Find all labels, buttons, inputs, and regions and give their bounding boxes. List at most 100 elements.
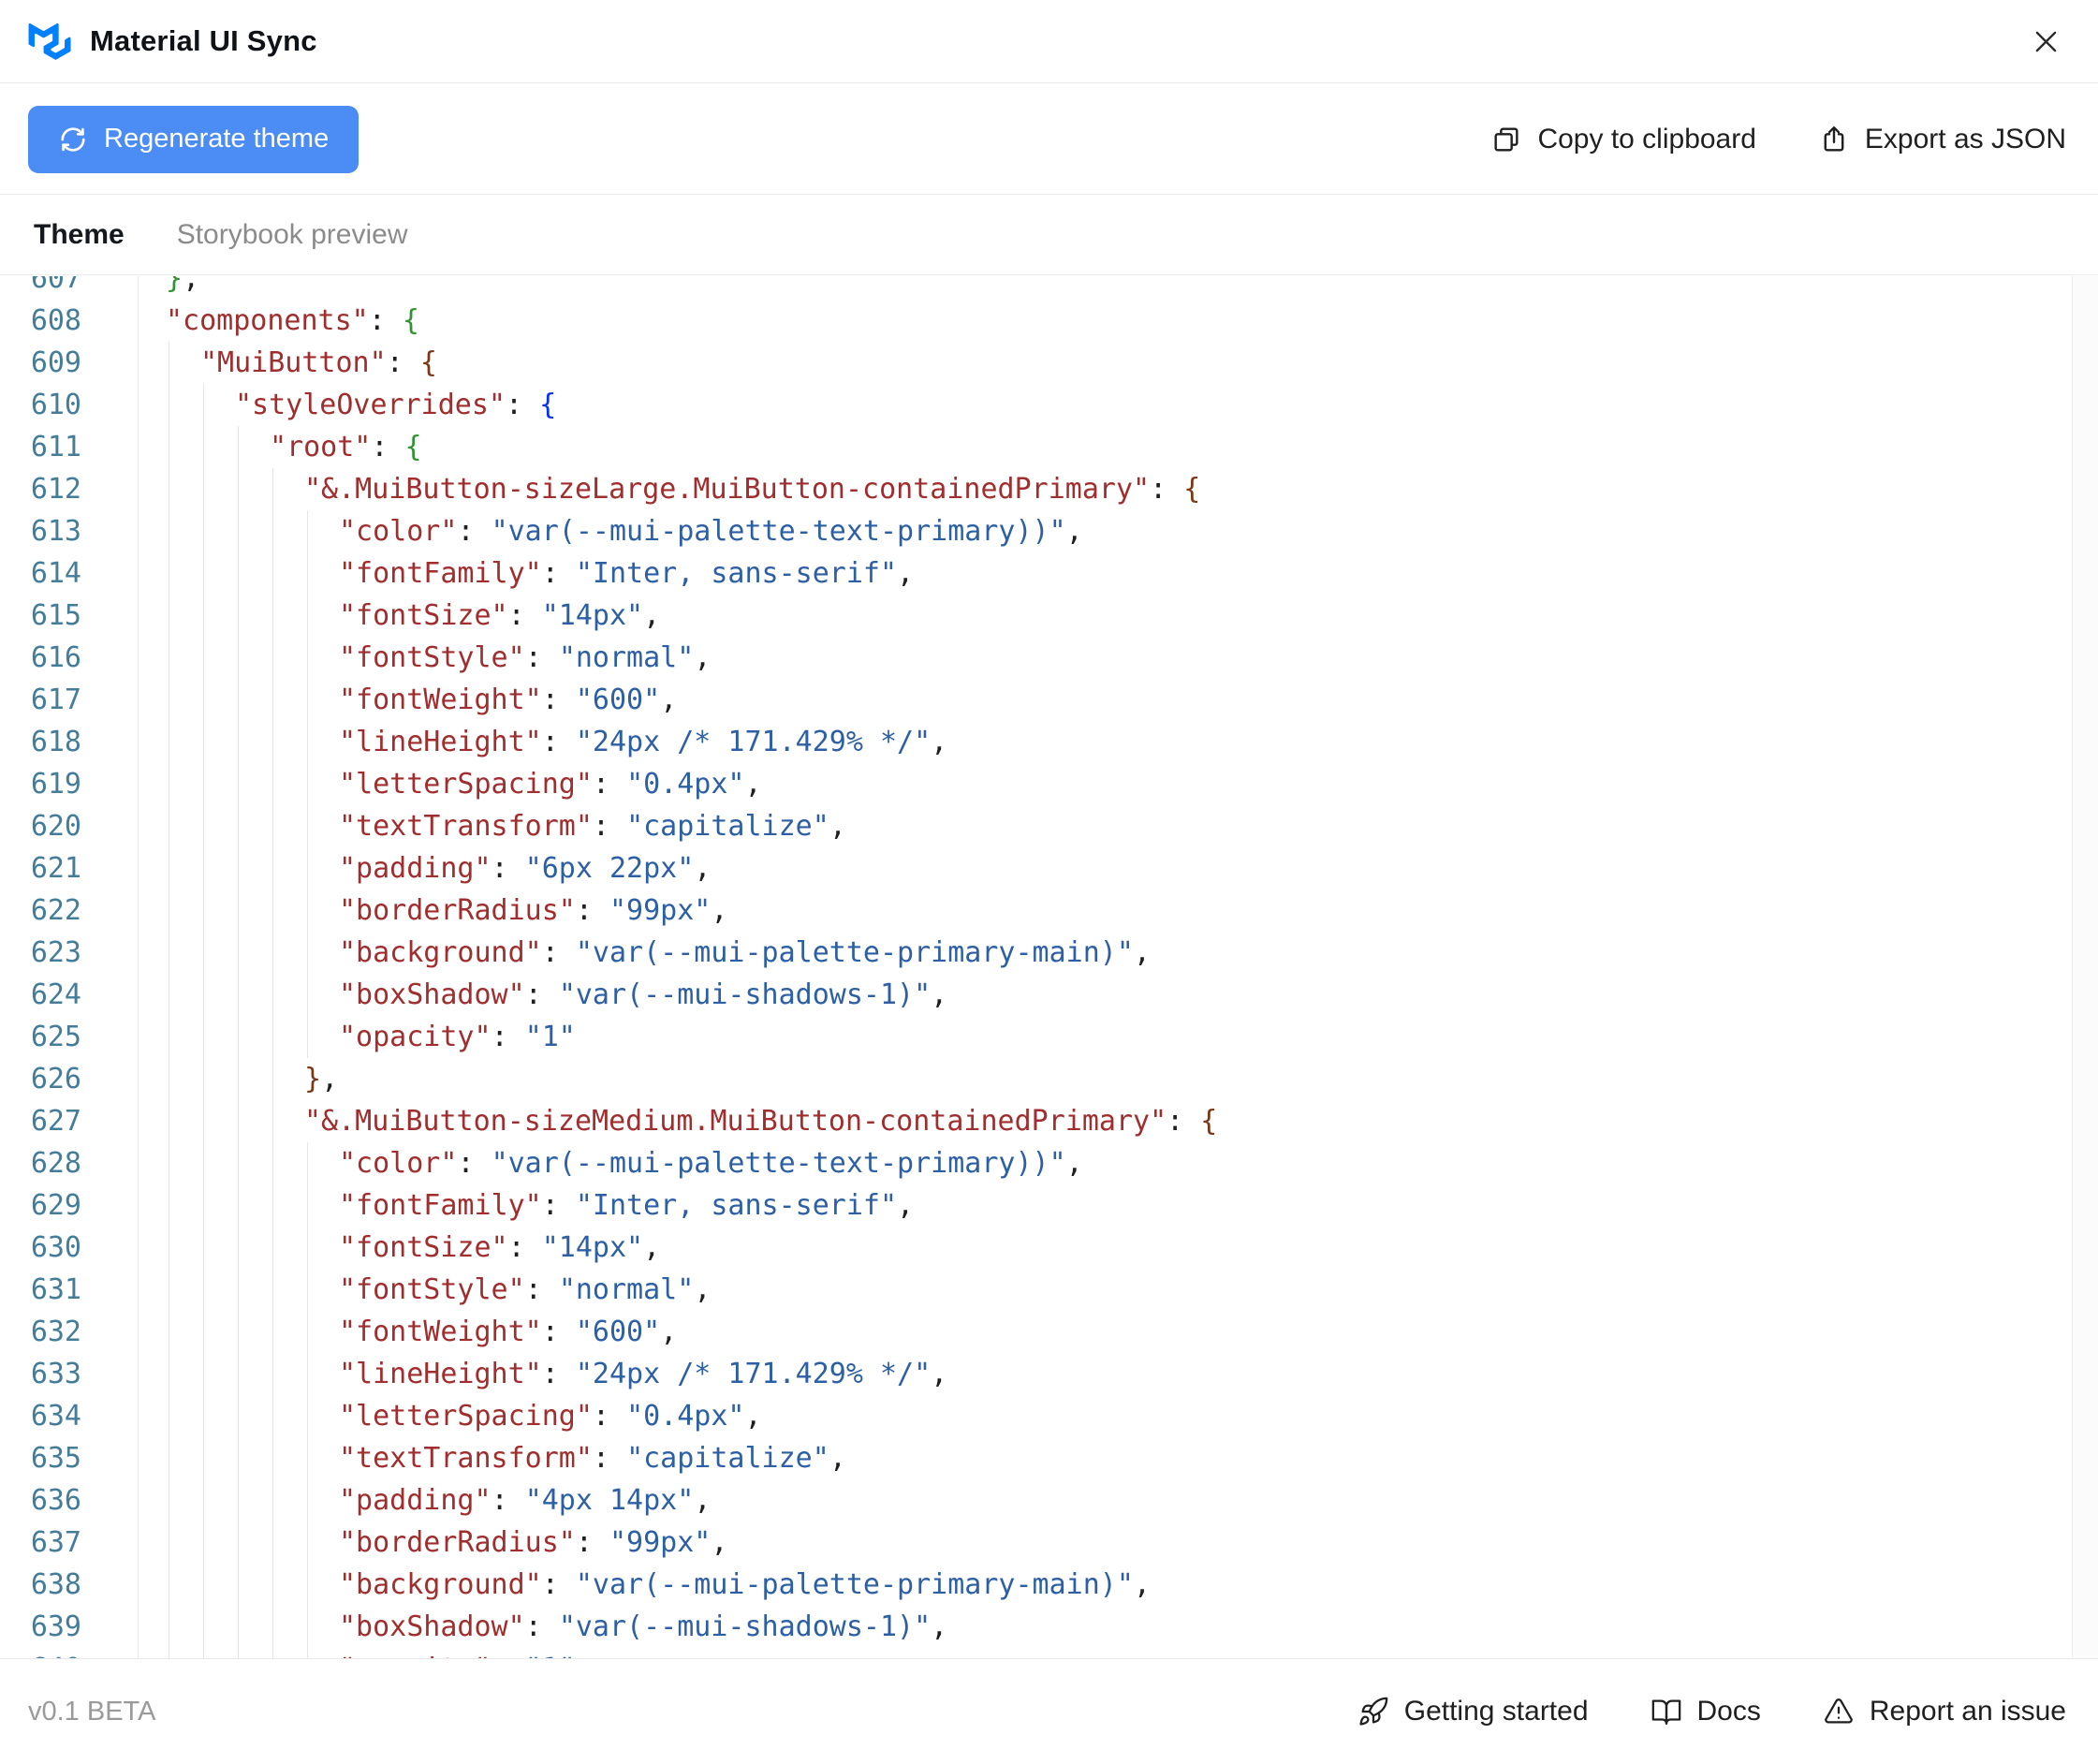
indent-guide bbox=[203, 763, 204, 805]
indent-guide bbox=[238, 1606, 239, 1648]
indent-guide bbox=[238, 1479, 239, 1521]
indent-guide bbox=[203, 1437, 204, 1479]
indent-guide bbox=[272, 1142, 273, 1184]
indent-guide bbox=[238, 1100, 239, 1142]
indent-guide bbox=[203, 595, 204, 637]
indent-guide bbox=[238, 1521, 239, 1564]
indent-guide bbox=[272, 510, 273, 552]
tab-storybook-preview[interactable]: Storybook preview bbox=[177, 219, 408, 251]
toolbar: Regenerate theme Copy to clipboard Expor… bbox=[0, 84, 2098, 195]
report-an-issue-link[interactable]: Report an issue bbox=[1823, 1696, 2066, 1727]
indent-guide bbox=[307, 679, 308, 721]
indent-guide bbox=[238, 468, 239, 510]
indent-guide bbox=[203, 1142, 204, 1184]
indent-guide bbox=[203, 426, 204, 468]
regenerate-theme-label: Regenerate theme bbox=[104, 124, 330, 154]
indent-guide bbox=[307, 1227, 308, 1269]
indent-guide bbox=[203, 1479, 204, 1521]
code-line: 621 "padding": "6px 22px", bbox=[0, 847, 2072, 889]
indent-guide bbox=[238, 805, 239, 847]
line-number: 638 bbox=[30, 1568, 81, 1601]
indent-guide bbox=[272, 889, 273, 932]
indent-guide bbox=[272, 1269, 273, 1311]
indent-guide bbox=[307, 932, 308, 974]
line-number: 625 bbox=[30, 1021, 81, 1053]
close-button[interactable] bbox=[2025, 21, 2066, 62]
line-number: 637 bbox=[30, 1526, 81, 1559]
footer-links: Getting started Docs Report an issue bbox=[1357, 1696, 2066, 1727]
indent-guide bbox=[272, 1311, 273, 1353]
code-line: 630 "fontSize": "14px", bbox=[0, 1227, 2072, 1269]
indent-guide bbox=[203, 1184, 204, 1227]
indent-guide bbox=[238, 721, 239, 763]
indent-guide bbox=[203, 1227, 204, 1269]
indent-guide bbox=[307, 1016, 308, 1058]
indent-guide bbox=[272, 763, 273, 805]
line-number: 613 bbox=[30, 515, 81, 548]
copy-to-clipboard-button[interactable]: Copy to clipboard bbox=[1490, 124, 1756, 155]
code-line: 622 "borderRadius": "99px", bbox=[0, 889, 2072, 932]
code-line: 617 "fontWeight": "600", bbox=[0, 679, 2072, 721]
indent-guide bbox=[272, 1395, 273, 1437]
indent-guide bbox=[203, 637, 204, 679]
line-number: 619 bbox=[30, 768, 81, 801]
toolbar-actions: Copy to clipboard Export as JSON bbox=[1490, 124, 2066, 155]
getting-started-link[interactable]: Getting started bbox=[1357, 1696, 1589, 1727]
tab-theme[interactable]: Theme bbox=[34, 219, 125, 251]
indent-guide bbox=[272, 1353, 273, 1395]
indent-guide bbox=[203, 1100, 204, 1142]
indent-guide bbox=[307, 974, 308, 1016]
indent-guide bbox=[307, 595, 308, 637]
indent-guide bbox=[238, 552, 239, 595]
code-line: 639 "boxShadow": "var(--mui-shadows-1)", bbox=[0, 1606, 2072, 1648]
indent-guide bbox=[203, 1269, 204, 1311]
vertical-scrollbar[interactable] bbox=[2072, 276, 2098, 1658]
indent-guide bbox=[307, 1521, 308, 1564]
indent-guide bbox=[238, 1311, 239, 1353]
indent-guide bbox=[307, 1648, 308, 1658]
warning-icon bbox=[1823, 1696, 1855, 1727]
indent-guide bbox=[238, 1227, 239, 1269]
indent-guide bbox=[272, 1648, 273, 1658]
indent-guide bbox=[272, 1437, 273, 1479]
indent-guide bbox=[272, 1184, 273, 1227]
export-icon bbox=[1818, 124, 1850, 155]
code-line: 616 "fontStyle": "normal", bbox=[0, 637, 2072, 679]
indent-guide bbox=[272, 468, 273, 510]
line-number: 617 bbox=[30, 684, 81, 716]
getting-started-label: Getting started bbox=[1403, 1696, 1589, 1727]
indent-guide bbox=[272, 932, 273, 974]
indent-guide bbox=[307, 510, 308, 552]
indent-guide bbox=[307, 552, 308, 595]
code-line: 615 "fontSize": "14px", bbox=[0, 595, 2072, 637]
line-number: 633 bbox=[30, 1358, 81, 1390]
line-number: 627 bbox=[30, 1105, 81, 1138]
regenerate-theme-button[interactable]: Regenerate theme bbox=[28, 105, 359, 173]
indent-guide bbox=[307, 1184, 308, 1227]
line-number: 615 bbox=[30, 599, 81, 632]
docs-link[interactable]: Docs bbox=[1651, 1696, 1761, 1727]
code-line: 620 "textTransform": "capitalize", bbox=[0, 805, 2072, 847]
refresh-icon bbox=[58, 125, 88, 154]
code-line: 619 "letterSpacing": "0.4px", bbox=[0, 763, 2072, 805]
code-line: 625 "opacity": "1" bbox=[0, 1016, 2072, 1058]
indent-guide bbox=[272, 1227, 273, 1269]
line-number: 636 bbox=[30, 1484, 81, 1517]
indent-guide bbox=[203, 510, 204, 552]
indent-guide bbox=[272, 1521, 273, 1564]
indent-guide bbox=[238, 889, 239, 932]
indent-guide bbox=[203, 552, 204, 595]
export-as-json-button[interactable]: Export as JSON bbox=[1818, 124, 2066, 155]
theme-json-editor[interactable]: 607}, 608 "components": {609 "MuiButton": {… bbox=[0, 276, 2098, 1658]
book-icon bbox=[1651, 1696, 1682, 1727]
indent-guide bbox=[307, 1142, 308, 1184]
indent-guide bbox=[272, 1606, 273, 1648]
mui-logo-icon bbox=[28, 22, 71, 60]
indent-guide bbox=[307, 637, 308, 679]
header: Material UI Sync bbox=[0, 0, 2098, 83]
code-line: 613 "color": "var(--mui-palette-text-prim… bbox=[0, 510, 2072, 552]
line-number: 626 bbox=[30, 1063, 81, 1095]
app-title: Material UI Sync bbox=[90, 24, 317, 57]
line-number: 624 bbox=[30, 978, 81, 1011]
indent-guide bbox=[203, 932, 204, 974]
